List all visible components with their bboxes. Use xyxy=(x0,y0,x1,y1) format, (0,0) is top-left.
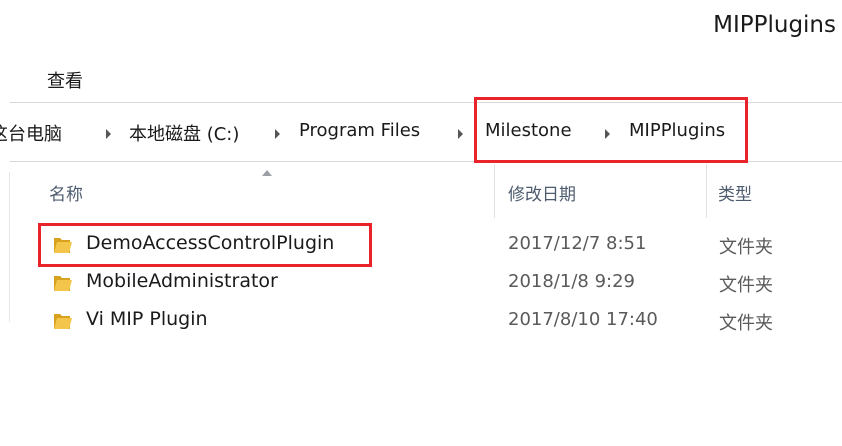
column-header-name[interactable]: 名称 xyxy=(49,180,83,205)
folder-icon xyxy=(54,238,72,253)
breadcrumb-item-mipplugins[interactable]: MIPPlugins xyxy=(629,120,725,141)
file-type: 文件夹 xyxy=(719,237,773,258)
address-divider xyxy=(10,161,842,162)
file-date: 2017/12/7 8:51 xyxy=(508,233,647,254)
ribbon: 查看 xyxy=(0,58,842,102)
pane-edge xyxy=(9,172,10,322)
explorer-window: MIPPlugins 查看 这台电脑 本地磁盘 (C:) Program Fil… xyxy=(0,0,842,446)
breadcrumb: 这台电脑 本地磁盘 (C:) Program Files Milestone M… xyxy=(0,103,842,161)
column-divider[interactable] xyxy=(706,164,707,218)
breadcrumb-chevron-icon[interactable] xyxy=(605,129,610,139)
file-name: Vi MIP Plugin xyxy=(86,308,208,330)
file-type: 文件夹 xyxy=(719,313,773,334)
column-divider[interactable] xyxy=(494,164,495,218)
breadcrumb-item-program-files[interactable]: Program Files xyxy=(299,120,420,141)
folder-icon xyxy=(54,314,72,329)
file-type: 文件夹 xyxy=(719,275,773,296)
file-name: MobileAdministrator xyxy=(86,270,278,292)
breadcrumb-chevron-icon[interactable] xyxy=(275,129,280,139)
breadcrumb-chevron-icon[interactable] xyxy=(106,129,111,139)
folder-icon xyxy=(54,276,72,291)
list-item[interactable]: DemoAccessControlPlugin 2017/12/7 8:51 文… xyxy=(40,226,830,262)
file-date: 2017/8/10 17:40 xyxy=(508,309,658,330)
file-name: DemoAccessControlPlugin xyxy=(86,232,335,254)
title-bar: MIPPlugins xyxy=(0,0,842,58)
tab-view[interactable]: 查看 xyxy=(47,67,83,93)
sort-ascending-icon xyxy=(262,170,272,176)
list-item[interactable]: MobileAdministrator 2018/1/8 9:29 文件夹 xyxy=(40,264,830,300)
breadcrumb-item-local-disk[interactable]: 本地磁盘 (C:) xyxy=(129,120,239,146)
column-header-date-modified[interactable]: 修改日期 xyxy=(508,180,576,205)
list-item[interactable]: Vi MIP Plugin 2017/8/10 17:40 文件夹 xyxy=(40,302,830,338)
file-date: 2018/1/8 9:29 xyxy=(508,271,635,292)
breadcrumb-item-milestone[interactable]: Milestone xyxy=(485,120,572,141)
column-header-type[interactable]: 类型 xyxy=(718,180,752,205)
breadcrumb-item-this-pc[interactable]: 这台电脑 xyxy=(0,120,62,146)
breadcrumb-chevron-icon[interactable] xyxy=(458,129,463,139)
window-title: MIPPlugins xyxy=(713,12,836,38)
